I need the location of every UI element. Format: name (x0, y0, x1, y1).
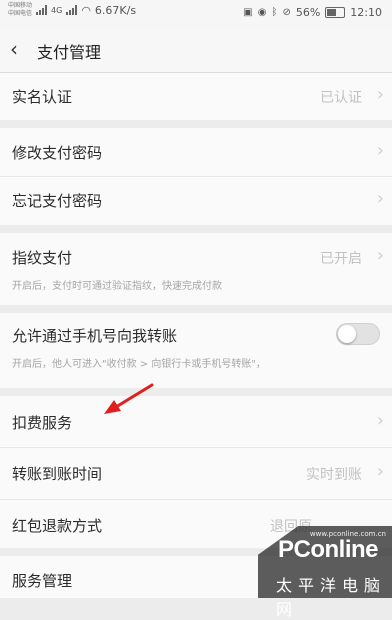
watermark-brand: PConline (278, 536, 379, 563)
pconline-watermark: www.pconline.com.cn PConline 太平洋电脑网 (258, 526, 392, 619)
watermark-chinese: 太平洋电脑网 (276, 576, 387, 619)
annotation-arrow (104, 383, 154, 414)
